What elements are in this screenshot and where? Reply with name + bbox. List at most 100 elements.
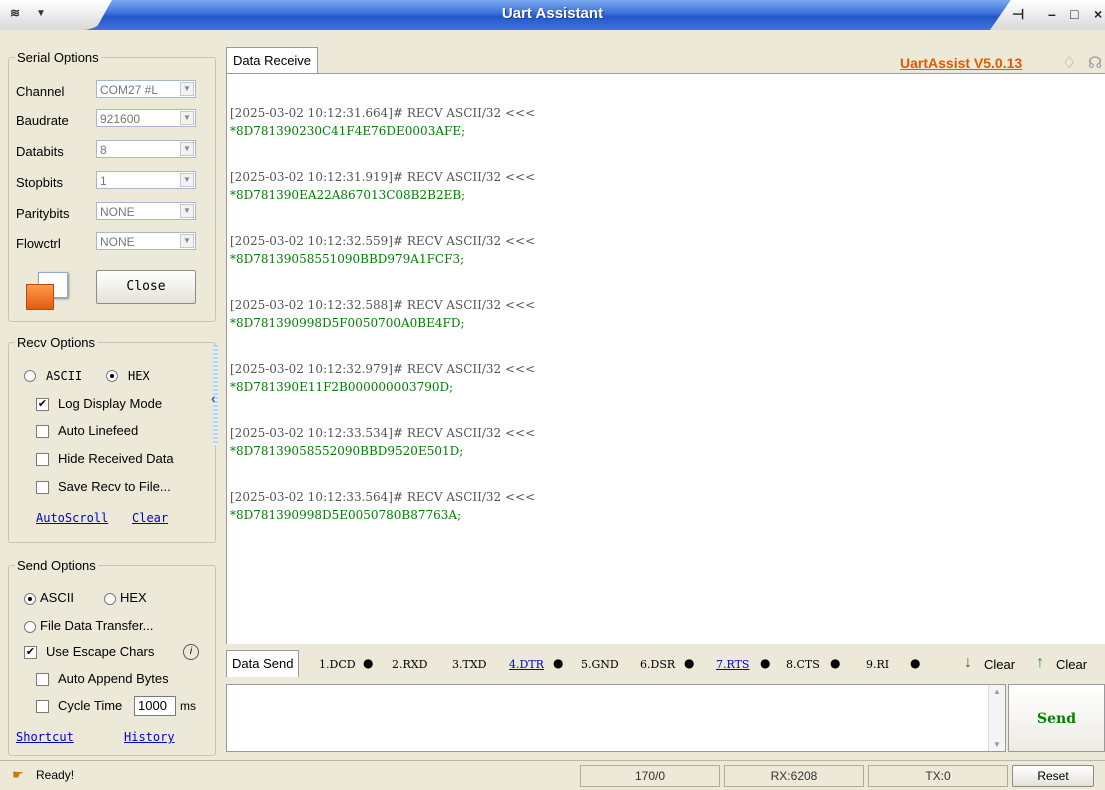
databits-select[interactable]: 8 ▼ <box>96 140 196 158</box>
databits-value: 8 <box>100 143 107 157</box>
log-entry: [2025-03-02 10:12:32.559]# RECV ASCII/32… <box>230 232 1105 268</box>
bell-icon[interactable]: ☊ <box>1088 53 1102 73</box>
auto-append-label: Auto Append Bytes <box>58 671 169 686</box>
collapse-arrow-icon[interactable]: ‹ <box>211 390 216 406</box>
window-title: Uart Assistant <box>501 5 604 22</box>
pin-9-ri: 9.RI <box>866 658 890 671</box>
recv-options-legend: Recv Options <box>17 335 96 350</box>
reset-button[interactable]: Reset <box>1012 765 1094 787</box>
save-recv-label: Save Recv to File... <box>58 479 171 494</box>
hand-icon: ☛ <box>12 767 24 782</box>
file-transfer-radio[interactable] <box>24 621 36 633</box>
log-data: *8D781390EA22A867013C08B2B2EB; <box>230 188 466 202</box>
send-options-legend: Send Options <box>17 558 96 573</box>
chevron-down-icon[interactable]: ▼ <box>180 111 194 125</box>
hide-received-label: Hide Received Data <box>58 451 174 466</box>
paritybits-label: Paritybits <box>16 206 70 221</box>
version-link[interactable]: UartAssist V5.0.13 <box>900 55 1022 71</box>
recv-ascii-label: ASCII <box>46 369 83 383</box>
status-text: Ready! <box>36 768 75 782</box>
log-data: *8D781390E11F2B000000003790D; <box>230 380 454 394</box>
log-data: *8D78139058551090BBD979A1FCF3; <box>230 252 465 266</box>
log-entry: [2025-03-02 10:12:32.588]# RECV ASCII/32… <box>230 296 1105 332</box>
log-header: [2025-03-02 10:12:33.534]# RECV ASCII/32… <box>230 426 536 440</box>
escape-chars-checkbox[interactable]: ✔ <box>24 646 37 659</box>
receive-log: [2025-03-02 10:12:31.664]# RECV ASCII/32… <box>227 74 1105 524</box>
tab-data-send[interactable]: Data Send <box>226 650 300 677</box>
chevron-down-icon[interactable]: ▼ <box>180 142 194 156</box>
chevron-down-icon[interactable]: ▼ <box>180 173 194 187</box>
close-window-button[interactable]: × <box>1094 6 1102 22</box>
auto-append-checkbox[interactable] <box>36 673 49 686</box>
minimize-button[interactable]: – <box>1048 6 1056 22</box>
log-display-mode-label: Log Display Mode <box>58 396 163 411</box>
send-ascii-radio[interactable] <box>24 593 36 605</box>
recv-clear-link[interactable]: Clear <box>132 511 168 525</box>
baudrate-select[interactable]: 921600 ▼ <box>96 109 196 127</box>
status-tx: TX:0 <box>868 765 1008 787</box>
pin-7-rts[interactable]: 7.RTS <box>716 658 749 671</box>
log-header: [2025-03-02 10:12:32.588]# RECV ASCII/32… <box>230 298 536 312</box>
clear-send-icon[interactable]: ↓ <box>964 654 972 672</box>
log-header: [2025-03-02 10:12:32.979]# RECV ASCII/32… <box>230 362 536 376</box>
stopbits-value: 1 <box>100 174 107 188</box>
pin-3-txd: 3.TXD <box>452 658 487 671</box>
scroll-down-icon[interactable]: ▼ <box>993 740 1001 749</box>
pin-5-gnd: 5.GND <box>581 658 619 671</box>
cycle-time-input[interactable]: 1000 <box>134 696 176 716</box>
pin-2-rxd: 2.RXD <box>392 658 428 671</box>
stopbits-select[interactable]: 1 ▼ <box>96 171 196 189</box>
paritybits-select[interactable]: NONE ▼ <box>96 202 196 220</box>
log-data: *8D78139058552090BBD9520E501D; <box>230 444 464 458</box>
send-scrollbar[interactable]: ▲ ▼ <box>988 685 1005 751</box>
close-port-button[interactable]: Close <box>96 270 196 304</box>
tab-data-receive[interactable]: Data Receive <box>226 47 319 74</box>
log-display-mode-checkbox[interactable]: ✔ <box>36 398 49 411</box>
baudrate-value: 921600 <box>100 112 141 126</box>
log-header: [2025-03-02 10:12:32.559]# RECV ASCII/32… <box>230 234 536 248</box>
cycle-time-unit: ms <box>180 699 196 713</box>
cycle-time-label: Cycle Time <box>58 698 123 713</box>
maximize-button[interactable]: □ <box>1070 6 1078 22</box>
recv-hex-radio[interactable] <box>106 370 118 382</box>
recv-ascii-radio[interactable] <box>24 370 36 382</box>
clear-recv-button[interactable]: Clear <box>1056 657 1087 672</box>
clear-recv-icon[interactable]: ↑ <box>1036 654 1044 672</box>
chevron-down-icon[interactable]: ▼ <box>180 234 194 248</box>
log-header: [2025-03-02 10:12:33.564]# RECV ASCII/32… <box>230 490 536 504</box>
autoscroll-link[interactable]: AutoScroll <box>36 511 108 525</box>
log-data: *8D781390998D5F0050700A0BE4FD; <box>230 316 465 330</box>
auto-linefeed-checkbox[interactable] <box>36 425 49 438</box>
cycle-time-checkbox[interactable] <box>36 700 49 713</box>
flowctrl-label: Flowctrl <box>16 236 61 251</box>
save-recv-checkbox[interactable] <box>36 481 49 494</box>
databits-label: Databits <box>16 144 64 159</box>
send-ascii-label: ASCII <box>40 590 74 605</box>
pin-icon[interactable]: ⊣ <box>1012 6 1024 23</box>
flowctrl-select[interactable]: NONE ▼ <box>96 232 196 250</box>
log-entry: [2025-03-02 10:12:31.919]# RECV ASCII/32… <box>230 168 1105 204</box>
escape-chars-label: Use Escape Chars <box>46 644 155 659</box>
history-link[interactable]: History <box>124 730 175 744</box>
log-data: *8D781390998D5E0050780B87763A; <box>230 508 462 522</box>
pin-4-dtr[interactable]: 4.DTR <box>509 658 544 671</box>
hide-received-checkbox[interactable] <box>36 453 49 466</box>
chevron-down-icon[interactable]: ▼ <box>180 82 194 96</box>
channel-select[interactable]: COM27 #L ▼ <box>96 80 196 98</box>
info-icon[interactable]: i <box>183 644 199 660</box>
chevron-down-icon[interactable]: ▼ <box>180 204 194 218</box>
receive-log-area[interactable]: [2025-03-02 10:12:31.664]# RECV ASCII/32… <box>226 73 1105 644</box>
send-input[interactable]: ▲ ▼ <box>226 684 1006 752</box>
shortcut-link[interactable]: Shortcut <box>16 730 74 744</box>
diamond-icon[interactable]: ♢ <box>1062 53 1076 73</box>
send-button[interactable]: Send <box>1008 684 1105 752</box>
serial-options-legend: Serial Options <box>17 50 99 65</box>
clear-send-button[interactable]: Clear <box>984 657 1015 672</box>
auto-linefeed-label: Auto Linefeed <box>58 423 139 438</box>
channel-label: Channel <box>16 84 65 99</box>
pin-status-dot-icon: ● <box>363 656 374 670</box>
pin-1-dcd: 1.DCD <box>319 658 356 671</box>
scroll-up-icon[interactable]: ▲ <box>993 687 1001 696</box>
send-hex-radio[interactable] <box>104 593 116 605</box>
pin-status-dot-icon: ● <box>684 656 695 670</box>
